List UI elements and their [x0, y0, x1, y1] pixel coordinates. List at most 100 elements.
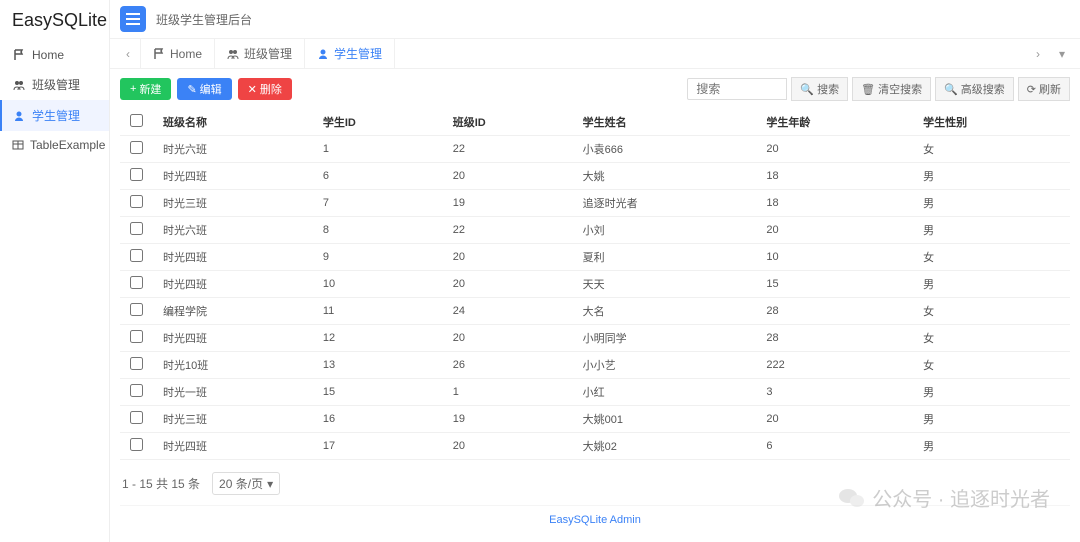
hamburger-icon — [126, 13, 140, 25]
row-checkbox[interactable] — [130, 411, 143, 424]
table-cell: 追逐时光者 — [573, 190, 757, 217]
table-cell: 7 — [313, 190, 443, 217]
sidebar-item-label: 班级管理 — [32, 76, 80, 93]
table-cell: 16 — [313, 406, 443, 433]
row-checkbox[interactable] — [130, 195, 143, 208]
column-header[interactable]: 学生ID — [313, 109, 443, 136]
tab-label: 班级管理 — [244, 45, 292, 62]
clear-search-button[interactable]: 🗑清空搜索 — [852, 77, 931, 101]
tab-scroll-right-button[interactable]: › — [1026, 41, 1050, 67]
table-cell: 夏利 — [573, 244, 757, 271]
x-icon: ✕ — [248, 83, 257, 96]
table-cell: 小袁666 — [573, 136, 757, 163]
edit-icon: ✎ — [187, 83, 196, 96]
row-checkbox[interactable] — [130, 276, 143, 289]
table-cell: 20 — [443, 325, 573, 352]
table-row[interactable]: 时光四班1220小明同学28女 — [120, 325, 1070, 352]
refresh-button[interactable]: ⟳刷新 — [1018, 77, 1070, 101]
search-input[interactable] — [687, 78, 787, 100]
row-checkbox[interactable] — [130, 249, 143, 262]
table-cell: 10 — [756, 244, 913, 271]
column-header[interactable]: 班级名称 — [153, 109, 313, 136]
sidebar-item-label: TableExample — [30, 138, 105, 152]
table-cell: 19 — [443, 406, 573, 433]
column-header[interactable]: 学生性别 — [913, 109, 1070, 136]
sidebar-item-3[interactable]: TableExample — [0, 131, 109, 159]
column-header[interactable]: 班级ID — [443, 109, 573, 136]
menu-toggle-button[interactable] — [120, 6, 146, 32]
row-checkbox[interactable] — [130, 168, 143, 181]
table-row[interactable]: 时光四班620大姚18男 — [120, 163, 1070, 190]
table-row[interactable]: 时光三班719追逐时光者18男 — [120, 190, 1070, 217]
table-cell: 男 — [913, 379, 1070, 406]
table-cell: 20 — [443, 271, 573, 298]
users-icon — [12, 78, 26, 92]
table-cell: 大姚02 — [573, 433, 757, 460]
table-cell: 19 — [443, 190, 573, 217]
table-row[interactable]: 时光六班122小袁66620女 — [120, 136, 1070, 163]
table-cell: 24 — [443, 298, 573, 325]
create-button[interactable]: +新建 — [120, 78, 171, 100]
table-cell: 222 — [756, 352, 913, 379]
column-header[interactable]: 学生姓名 — [573, 109, 757, 136]
plus-icon: + — [130, 83, 136, 95]
table-cell: 女 — [913, 136, 1070, 163]
table-cell: 20 — [756, 136, 913, 163]
table-cell: 小明同学 — [573, 325, 757, 352]
search-icon: 🔍 — [944, 83, 958, 96]
tab-scroll-left-button[interactable]: ‹ — [116, 41, 140, 67]
table-row[interactable]: 时光三班1619大姚00120男 — [120, 406, 1070, 433]
edit-button[interactable]: ✎编辑 — [177, 78, 231, 100]
table-cell: 13 — [313, 352, 443, 379]
table-cell: 10 — [313, 271, 443, 298]
table-row[interactable]: 时光一班151小红3男 — [120, 379, 1070, 406]
user-icon — [12, 109, 26, 123]
tab-2[interactable]: 学生管理 — [305, 39, 395, 68]
row-checkbox[interactable] — [130, 222, 143, 235]
table-cell: 时光三班 — [153, 190, 313, 217]
sidebar-item-1[interactable]: 班级管理 — [0, 69, 109, 100]
page-size-select[interactable]: 20 条/页▾ — [212, 472, 280, 495]
select-all-checkbox[interactable] — [130, 114, 143, 127]
page-info: 1 - 15 共 15 条 — [122, 475, 200, 492]
table-row[interactable]: 时光四班920夏利10女 — [120, 244, 1070, 271]
row-checkbox[interactable] — [130, 141, 143, 154]
table-row[interactable]: 时光四班1720大姚026男 — [120, 433, 1070, 460]
sidebar-item-label: Home — [32, 48, 64, 62]
footer-text: EasySQLite Admin — [120, 505, 1070, 534]
flag-icon — [153, 48, 165, 60]
table-cell: 9 — [313, 244, 443, 271]
table-cell: 时光六班 — [153, 136, 313, 163]
row-checkbox[interactable] — [130, 357, 143, 370]
table-cell: 小小艺 — [573, 352, 757, 379]
row-checkbox[interactable] — [130, 384, 143, 397]
row-checkbox[interactable] — [130, 438, 143, 451]
row-checkbox[interactable] — [130, 303, 143, 316]
table-cell: 20 — [756, 217, 913, 244]
sidebar-item-0[interactable]: Home — [0, 41, 109, 69]
table-cell: 男 — [913, 406, 1070, 433]
column-header[interactable]: 学生年龄 — [756, 109, 913, 136]
tab-0[interactable]: Home — [140, 39, 215, 68]
table-row[interactable]: 时光10班1326小小艺222女 — [120, 352, 1070, 379]
table-cell: 时光一班 — [153, 379, 313, 406]
delete-button[interactable]: ✕删除 — [238, 78, 292, 100]
table-cell: 22 — [443, 136, 573, 163]
search-button[interactable]: 🔍搜索 — [791, 77, 848, 101]
tab-menu-button[interactable]: ▾ — [1050, 41, 1074, 67]
tab-1[interactable]: 班级管理 — [215, 39, 305, 68]
table-cell: 时光四班 — [153, 244, 313, 271]
table-cell: 大姚 — [573, 163, 757, 190]
table-row[interactable]: 时光六班822小刘20男 — [120, 217, 1070, 244]
sidebar-item-2[interactable]: 学生管理 — [0, 100, 109, 131]
table-row[interactable]: 编程学院1124大名28女 — [120, 298, 1070, 325]
users-icon — [227, 48, 239, 60]
row-checkbox[interactable] — [130, 330, 143, 343]
table-cell: 20 — [756, 406, 913, 433]
table-cell: 8 — [313, 217, 443, 244]
table-cell: 女 — [913, 352, 1070, 379]
table-cell: 28 — [756, 298, 913, 325]
table-row[interactable]: 时光四班1020天天15男 — [120, 271, 1070, 298]
table-cell: 22 — [443, 217, 573, 244]
advanced-search-button[interactable]: 🔍高级搜索 — [935, 77, 1014, 101]
